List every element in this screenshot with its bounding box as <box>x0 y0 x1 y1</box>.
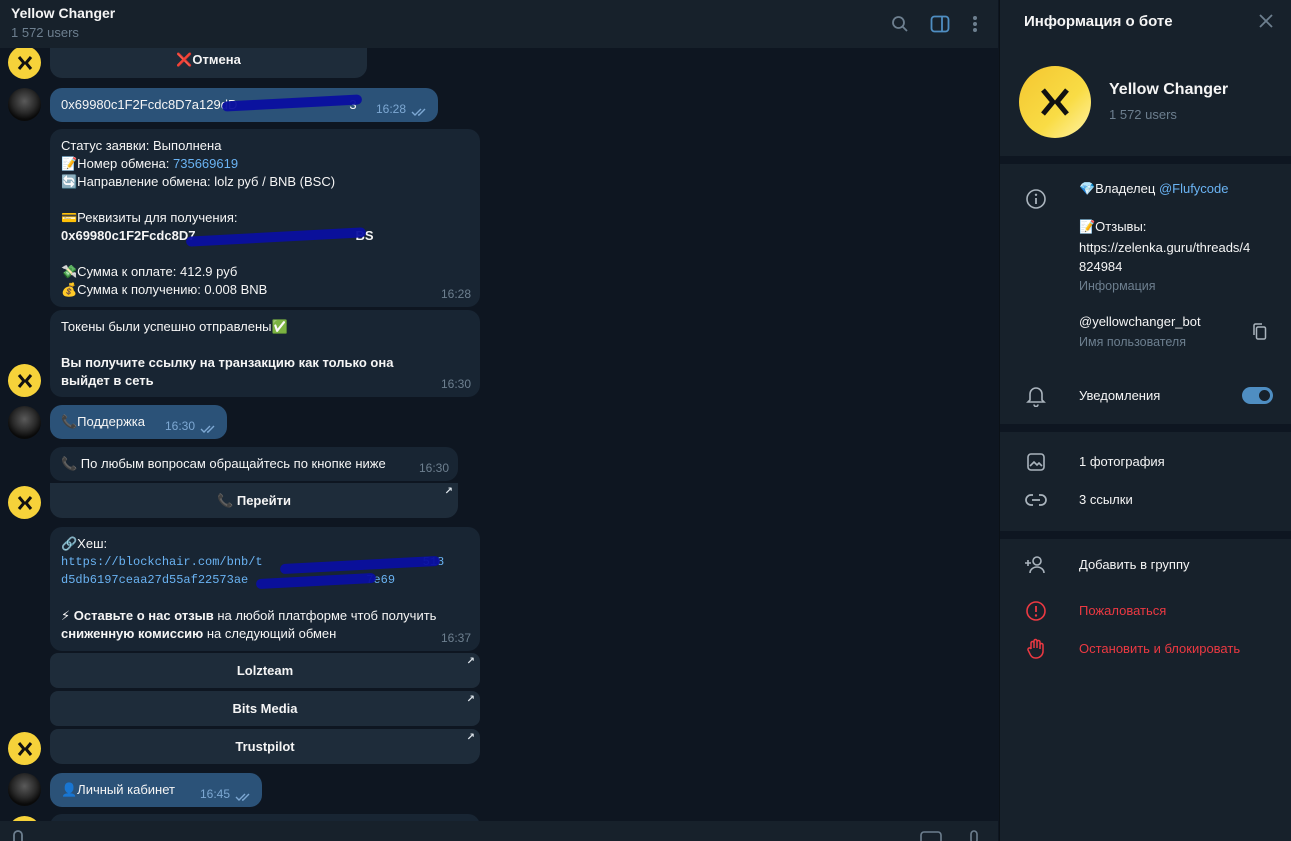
double-check-icon <box>235 793 250 801</box>
hash-label: 🔗Хеш: <box>61 536 108 551</box>
status-line: Статус заявки: Выполнена <box>61 138 222 153</box>
sidebar-toggle-icon[interactable] <box>926 10 954 38</box>
receive-amount-line: 💰Сумма к получению: 0.008 BNB <box>61 282 268 297</box>
links-item[interactable]: 3 ссылки <box>1079 492 1133 507</box>
divider <box>1000 156 1291 164</box>
tokens-message[interactable]: Токены были успешно отправлены✅ Вы получ… <box>50 310 480 397</box>
bell-icon <box>1024 384 1048 408</box>
stop-and-block-button[interactable]: Остановить и блокировать <box>1079 641 1240 656</box>
owner-line: 💎Владелец @Flufycode <box>1079 181 1229 196</box>
photos-item[interactable]: 1 фотография <box>1079 454 1165 469</box>
panel-title: Информация о боте <box>1024 13 1173 30</box>
double-check-icon <box>411 108 426 116</box>
attach-icon[interactable] <box>10 829 26 841</box>
divider <box>1000 531 1291 539</box>
divider <box>1000 424 1291 432</box>
message-time: 16:30 <box>418 461 449 475</box>
message-time: 16:37 <box>440 631 471 645</box>
user-avatar[interactable] <box>8 88 41 121</box>
exchange-number-line: 📝Номер обмена: 735669619 <box>61 156 239 171</box>
cabinet-out-text: 👤Личный кабинет <box>61 782 175 797</box>
user-avatar[interactable] <box>8 773 41 806</box>
notifications-label: Уведомления <box>1079 388 1161 403</box>
cancel-button-label: ❌Отмена <box>176 52 241 67</box>
external-arrow-icon: ↗ <box>444 486 453 497</box>
requisites-label: 💳Реквизиты для получения: <box>61 210 238 225</box>
review-button-trustpilot[interactable]: Trustpilot ↗ <box>50 729 480 764</box>
message-time: 16:30 <box>164 419 195 433</box>
chat-subtitle: 1 572 users <box>11 25 79 40</box>
reviews-label: 📝Отзывы: <box>1079 219 1147 234</box>
hash-message[interactable]: 🔗Хеш: https://blockchair.com/bnb/t518 d5… <box>50 527 480 651</box>
more-vertical-icon[interactable] <box>961 10 989 38</box>
close-icon[interactable] <box>1257 12 1275 30</box>
copy-icon[interactable] <box>1253 323 1267 343</box>
external-arrow-icon: ↗ <box>466 656 475 667</box>
go-button[interactable]: 📞 Перейти ↗ <box>50 483 458 518</box>
message-time: 16:30 <box>440 377 471 391</box>
report-icon <box>1024 599 1048 623</box>
wallet-text: 0x69980c1F2Fcdc8D7a129dD <box>61 97 238 112</box>
owner-link[interactable]: @Flufycode <box>1159 181 1229 196</box>
review-button-label: Trustpilot <box>235 739 295 754</box>
review-button-bits-media[interactable]: Bits Media ↗ <box>50 691 480 726</box>
add-to-group-button[interactable]: Добавить в группу <box>1079 557 1190 572</box>
exchange-number-link[interactable]: 735669619 <box>173 156 238 171</box>
mic-icon[interactable] <box>968 830 980 841</box>
hand-stop-icon <box>1024 637 1048 661</box>
add-user-icon <box>1024 553 1048 577</box>
username-label: Имя пользователя <box>1079 335 1186 349</box>
external-arrow-icon: ↗ <box>466 694 475 705</box>
bot-users-count: 1 572 users <box>1109 107 1177 122</box>
chat-area: ❌Отмена 0x69980c1F2Fcdc8D7a129dD3 16:28 … <box>0 0 998 841</box>
message-time: 16:45 <box>199 787 230 801</box>
support-out-text: 📞Поддержка <box>61 414 146 429</box>
info-icon <box>1024 187 1048 211</box>
bot-name: Yellow Changer <box>1109 81 1229 98</box>
direction-line: 🔄Направление обмена: lolz руб / BNB (BSC… <box>61 174 336 189</box>
chat-title[interactable]: Yellow Changer <box>11 5 115 21</box>
bot-avatar[interactable] <box>8 732 41 765</box>
bot-avatar[interactable] <box>8 486 41 519</box>
go-button-label: 📞 Перейти <box>217 492 291 508</box>
photo-icon <box>1024 450 1048 474</box>
info-label: Информация <box>1079 279 1156 293</box>
bot-profile-avatar[interactable] <box>1019 66 1091 138</box>
bot-avatar[interactable] <box>8 364 41 397</box>
bot-avatar[interactable] <box>8 46 41 79</box>
tokens-line: Токены были успешно отправлены✅ <box>61 319 288 334</box>
double-check-icon <box>200 425 215 433</box>
username-link[interactable]: @yellowchanger_bot <box>1079 314 1201 329</box>
reviews-link[interactable]: https://zelenka.guru/threads/4 824984 <box>1079 238 1250 276</box>
review-button-label: Bits Media <box>232 701 298 716</box>
message-time: 16:28 <box>440 287 471 301</box>
report-button[interactable]: Пожаловаться <box>1079 603 1166 618</box>
review-prompt-line: ⚡ Оставьте о нас отзыв на любой платформ… <box>61 608 437 623</box>
status-message[interactable]: Статус заявки: Выполнена 📝Номер обмена: … <box>50 129 480 307</box>
message-time: 16:28 <box>375 102 406 116</box>
review-button-label: Lolzteam <box>236 663 294 678</box>
notifications-toggle[interactable] <box>1242 387 1273 404</box>
tokens-info-line: Вы получите ссылку на транзакцию как тол… <box>61 355 394 388</box>
cabinet-out-message[interactable]: 👤Личный кабинет 16:45 <box>50 773 262 807</box>
user-avatar[interactable] <box>8 406 41 439</box>
bot-info-panel: Информация о боте Yellow Changer 1 572 u… <box>999 0 1291 841</box>
search-icon[interactable] <box>886 10 914 38</box>
chat-header[interactable]: Yellow Changer 1 572 users <box>0 0 998 48</box>
message-composer[interactable] <box>0 821 998 841</box>
review-button-lolzteam[interactable]: Lolzteam ↗ <box>50 653 480 688</box>
support-in-text: 📞 По любым вопросам обращайтесь по кнопк… <box>61 456 386 471</box>
external-arrow-icon: ↗ <box>466 732 475 743</box>
support-out-message[interactable]: 📞Поддержка 16:30 <box>50 405 227 439</box>
support-in-message[interactable]: 📞 По любым вопросам обращайтесь по кнопк… <box>50 447 458 481</box>
review-prompt-line2: сниженную комиссию на следующий обмен <box>61 626 337 641</box>
bot-command-icon[interactable] <box>920 831 942 841</box>
pay-amount-line: 💸Сумма к оплате: 412.9 руб <box>61 264 238 279</box>
link-icon <box>1024 488 1048 512</box>
